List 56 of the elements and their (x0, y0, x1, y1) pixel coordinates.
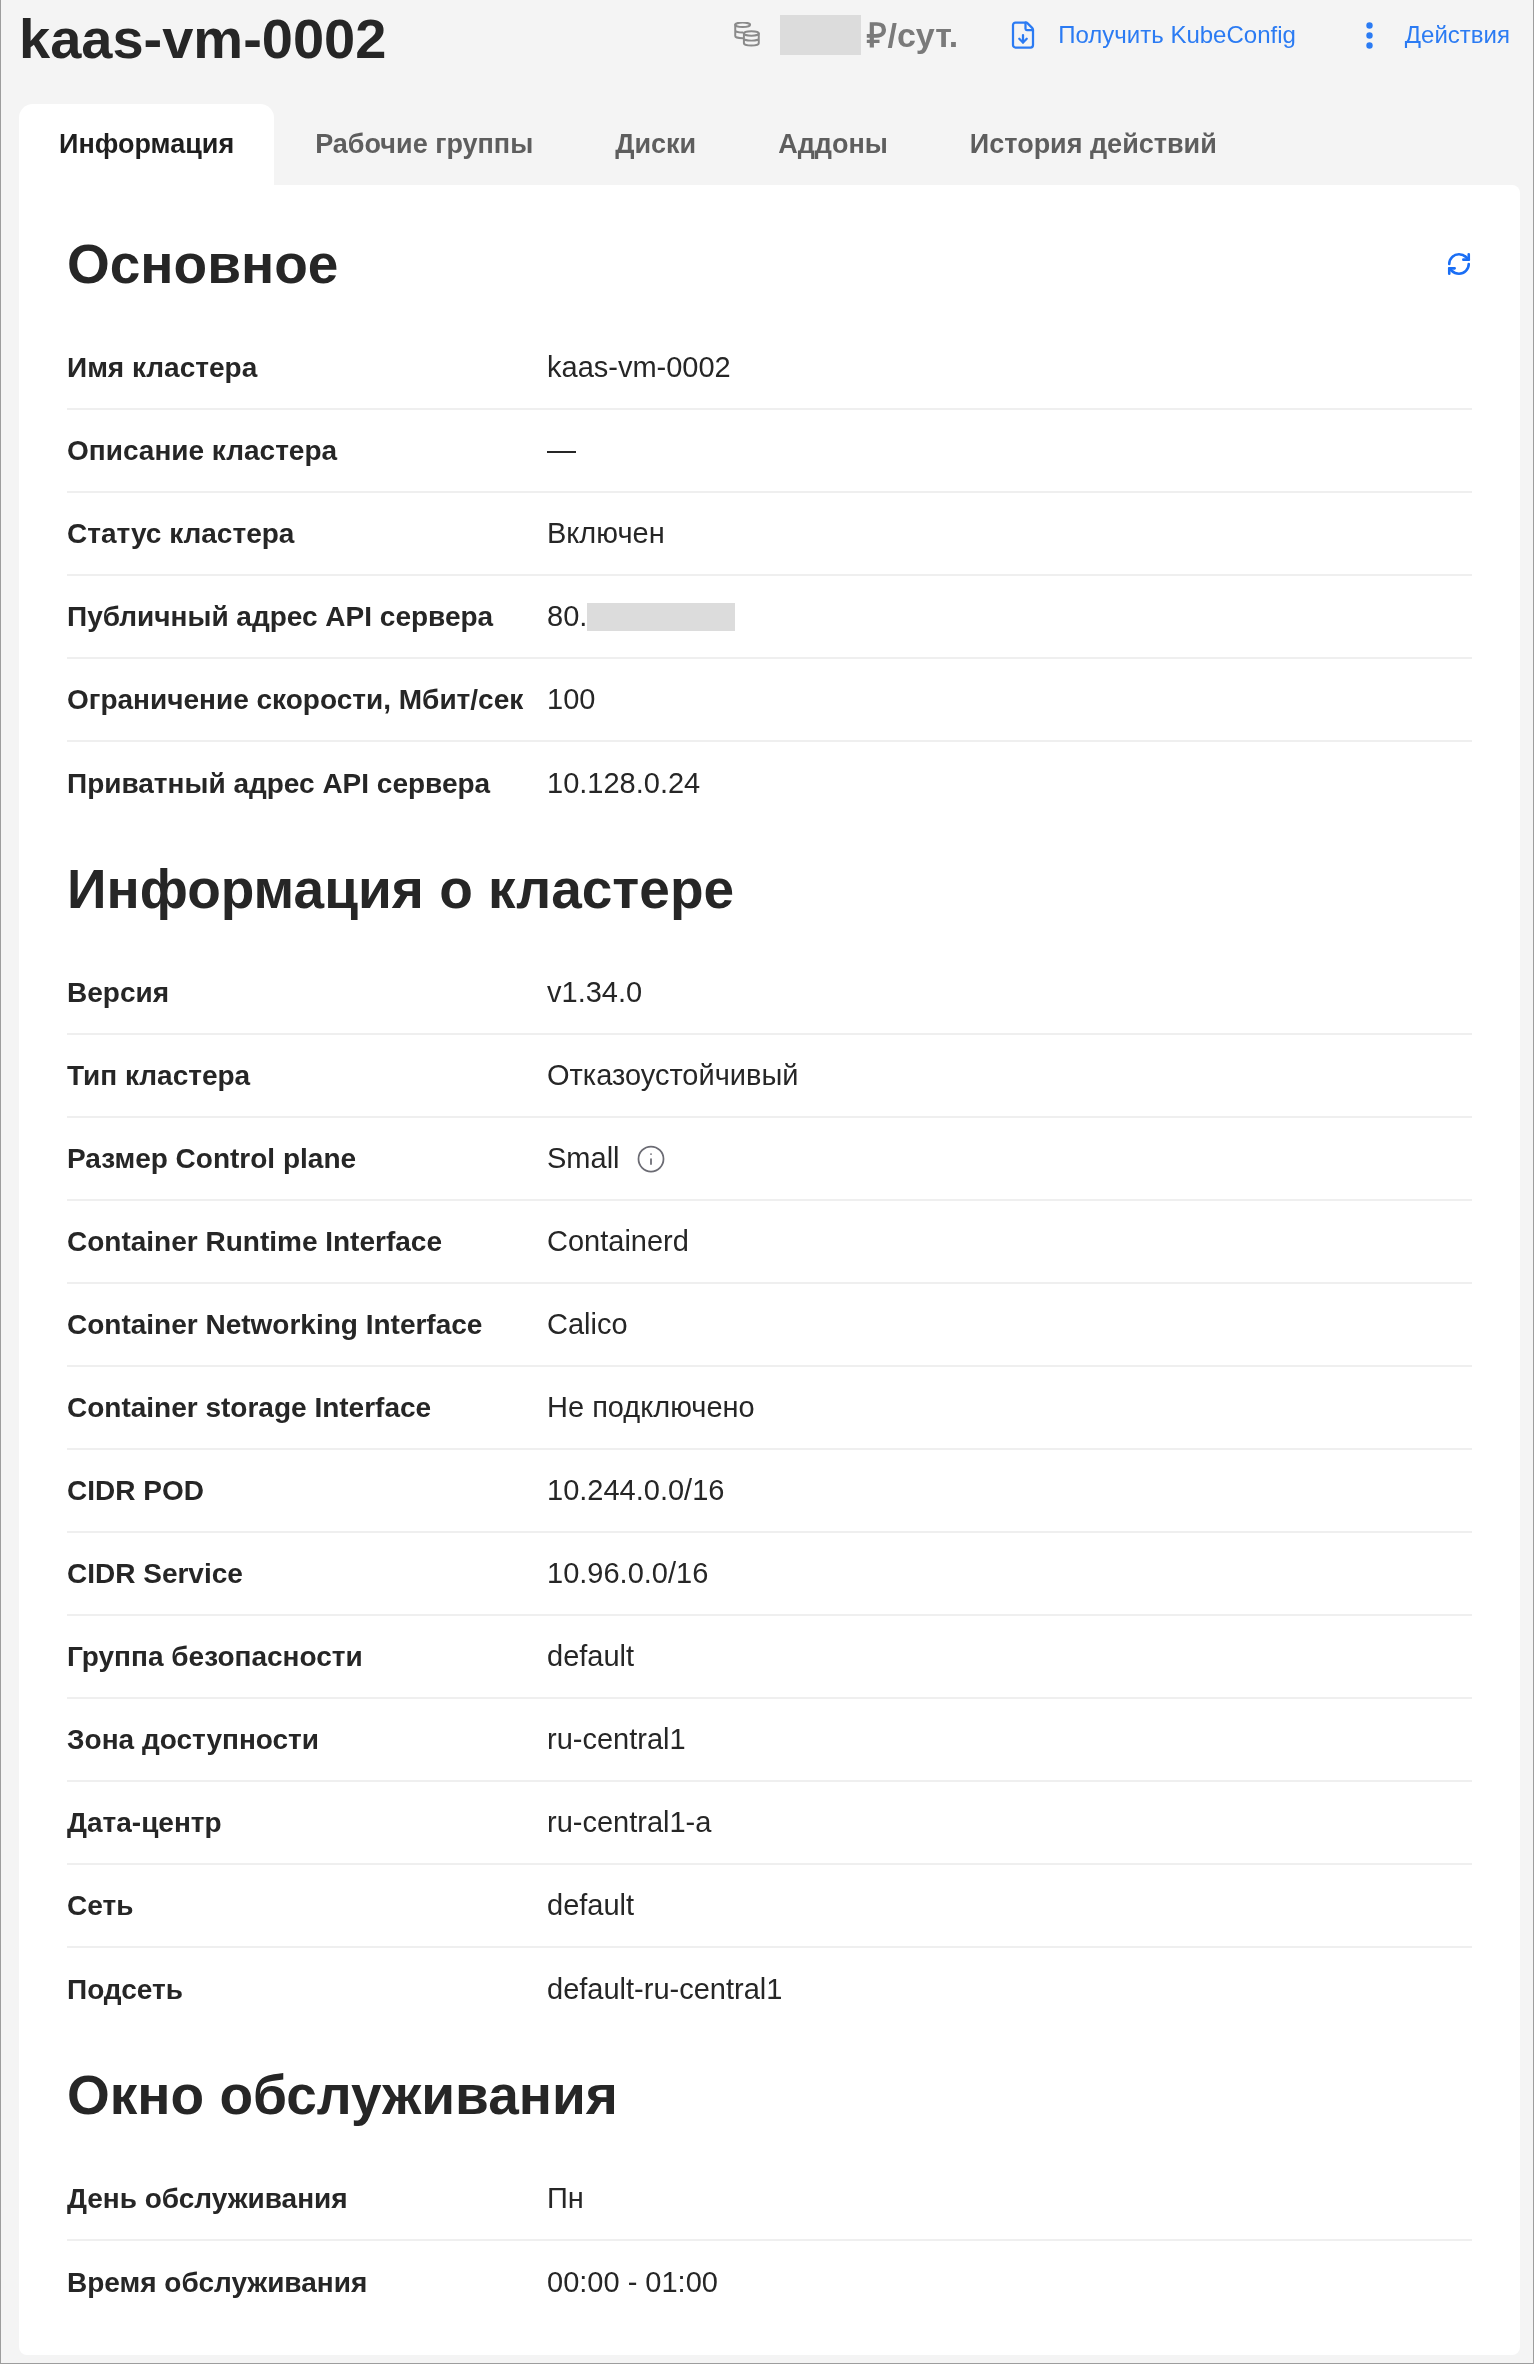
field-label: CIDR Service (67, 1556, 244, 1591)
price-unit: ₽/сут. (867, 14, 959, 56)
field-value: 10.128.0.24 (547, 765, 702, 801)
tab[interactable]: Информация (19, 104, 275, 185)
field-label: Подсеть (67, 1972, 184, 2007)
info-icon[interactable] (635, 1143, 666, 1174)
field-label: Статус кластера (67, 516, 296, 551)
field-label: Группа безопасности (67, 1639, 364, 1674)
field-value: Не подключено (547, 1389, 756, 1425)
field-label: Тип кластера (67, 1058, 252, 1093)
field-label: CIDR POD (67, 1473, 205, 1508)
field-value: 00:00 - 01:00 (547, 2264, 719, 2300)
field-label: Версия (67, 975, 171, 1010)
tab[interactable]: Аддоны (737, 104, 929, 185)
field-label: Зона доступности (67, 1722, 321, 1757)
field-value: 10.244.0.0/16 (547, 1472, 726, 1508)
field-label: Сеть (67, 1888, 135, 1923)
field-value: default (547, 1887, 636, 1923)
page-title: kaas-vm-0002 (19, 11, 387, 67)
field-label: Имя кластера (67, 350, 259, 385)
field-label: Ограничение скорости, Мбит/сек (67, 682, 525, 717)
tab[interactable]: Рабочие группы (274, 104, 575, 185)
refresh-icon[interactable] (1446, 251, 1472, 277)
field-value: ru-central1 (547, 1721, 687, 1757)
more-vertical-icon (1365, 21, 1373, 49)
field-label: Время обслуживания (67, 2265, 369, 2300)
field-label: Container Networking Interface (67, 1307, 484, 1342)
field-label: Публичный адрес API сервера (67, 599, 495, 634)
field-value: Пн (547, 2180, 585, 2216)
tab[interactable]: История действий (928, 104, 1258, 185)
actions-menu-button[interactable]: Действия (1365, 17, 1510, 53)
field-value: default (547, 1638, 636, 1674)
field-value: Containerd (547, 1223, 690, 1259)
field-value: — (547, 432, 577, 468)
field-value: 80. (547, 598, 588, 634)
field-label: Приватный адрес API сервера (67, 766, 492, 801)
section-heading: Основное (67, 236, 339, 292)
field-label: Container storage Interface (67, 1390, 433, 1425)
field-label: Описание кластера (67, 433, 339, 468)
field-value: ru-central1-a (547, 1804, 713, 1840)
field-value: default-ru-central1 (547, 1971, 784, 2007)
field-value: Включен (547, 515, 666, 551)
field-value: v1.34.0 (547, 974, 644, 1010)
field-value: Calico (547, 1306, 629, 1342)
coins-icon (734, 22, 761, 48)
field-label: Container Runtime Interface (67, 1224, 443, 1259)
field-label: Размер Control plane (67, 1141, 358, 1176)
tab[interactable]: Диски (574, 104, 738, 185)
field-value: Small (547, 1140, 620, 1176)
field-value: 10.96.0.0/16 (547, 1555, 710, 1591)
field-value: Отказоустойчивый (547, 1057, 800, 1093)
download-link[interactable]: Получить KubeConfig (1008, 17, 1296, 53)
field-value: kaas-vm-0002 (547, 349, 732, 385)
field-label: День обслуживания (67, 2181, 349, 2216)
field-label: Дата-центр (67, 1805, 223, 1840)
field-value: 100 (547, 681, 597, 717)
